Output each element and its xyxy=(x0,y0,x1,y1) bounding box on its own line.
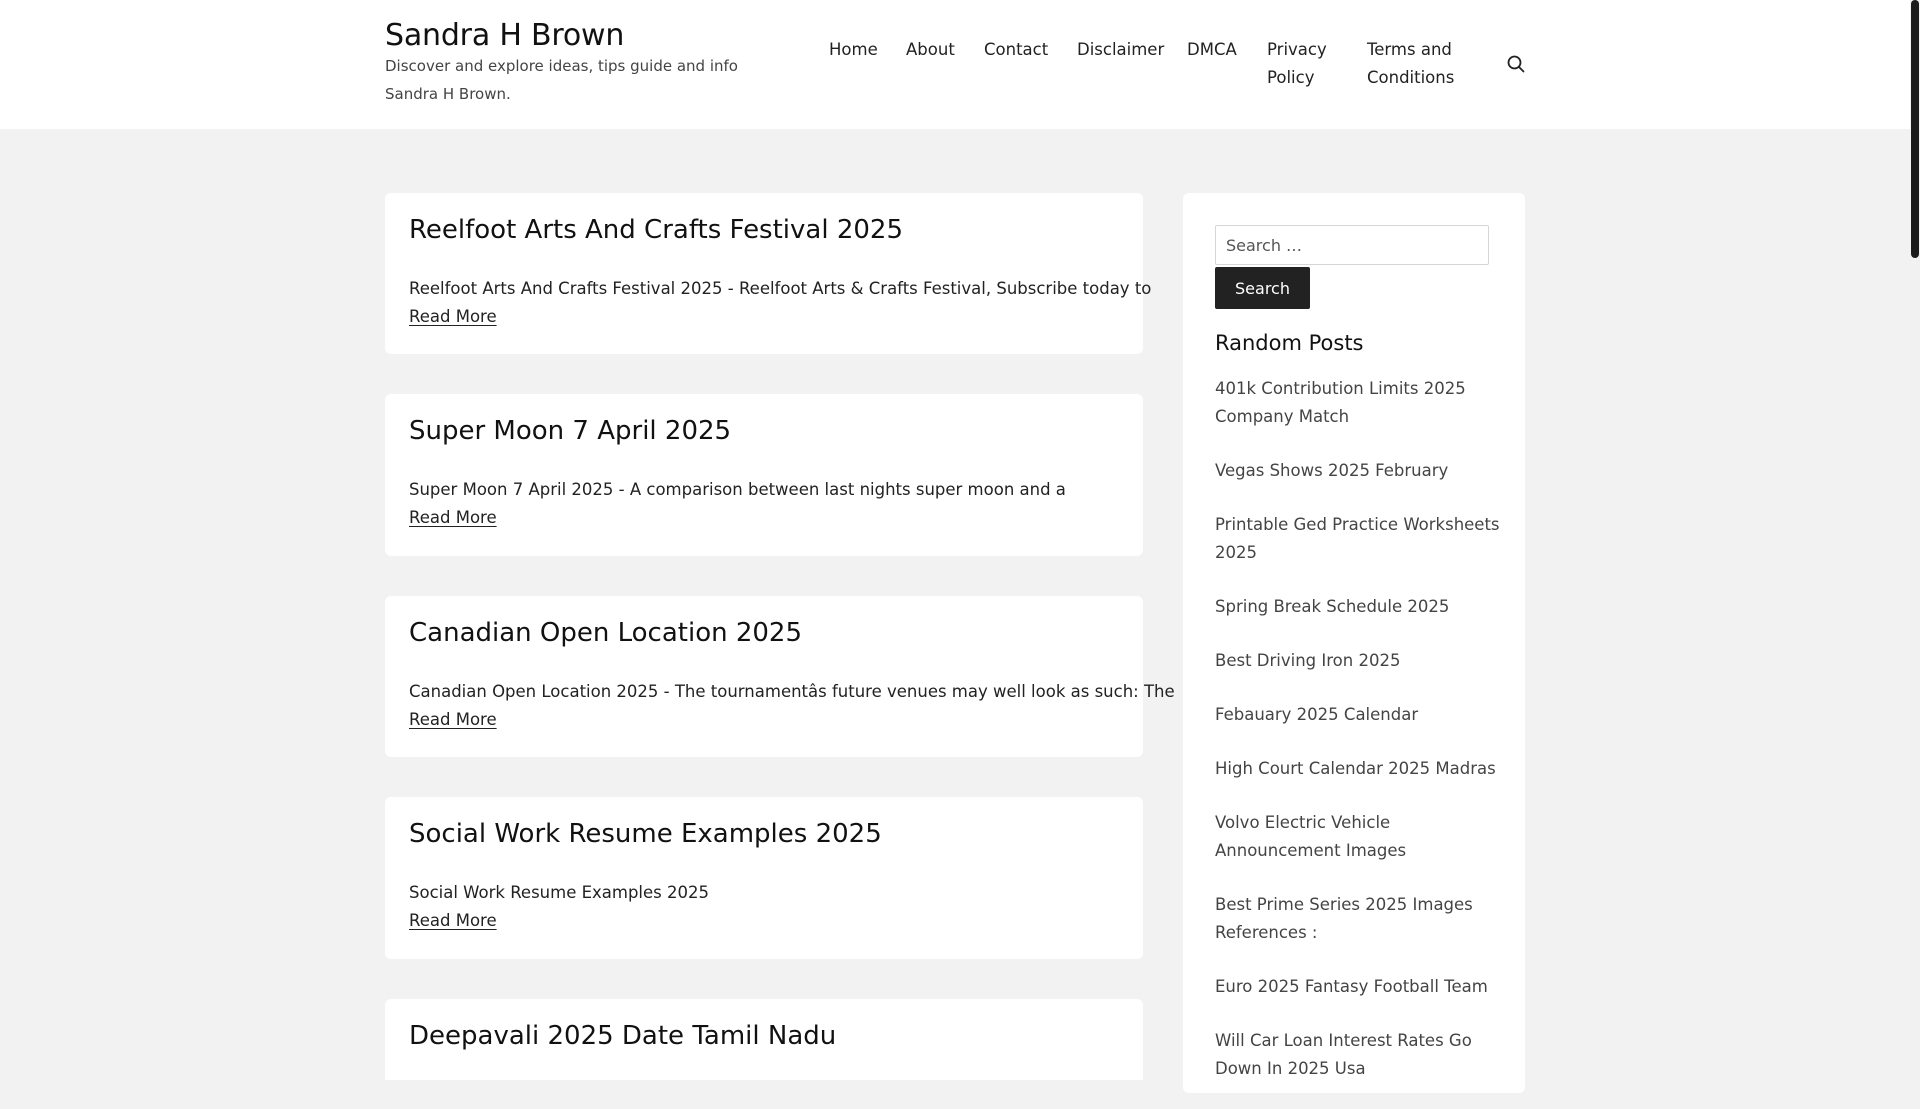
list-item: Printable Ged Practice Worksheets 2025 xyxy=(1215,511,1505,567)
list-item: Best Driving Iron 2025 xyxy=(1215,647,1505,675)
list-item: 401k Contribution Limits 2025 Company Ma… xyxy=(1215,375,1505,431)
post-card: Reelfoot Arts And Crafts Festival 2025 R… xyxy=(385,193,1152,354)
page-scrollbar-thumb[interactable] xyxy=(1911,0,1919,258)
random-posts-heading: Random Posts xyxy=(1215,331,1364,355)
sidebar: Search Random Posts 401k Contribution Li… xyxy=(1183,193,1525,1093)
post-title[interactable]: Deepavali 2025 Date Tamil Nadu xyxy=(409,1021,836,1051)
search-input[interactable] xyxy=(1215,225,1489,265)
random-posts-list: 401k Contribution Limits 2025 Company Ma… xyxy=(1215,375,1505,1109)
random-post-link[interactable]: Vegas Shows 2025 February xyxy=(1215,461,1448,480)
post-title[interactable]: Social Work Resume Examples 2025 xyxy=(409,819,882,849)
search-icon[interactable] xyxy=(1505,53,1527,75)
random-post-link[interactable]: 401k Contribution Limits 2025 Company Ma… xyxy=(1215,379,1466,426)
post-card: Canadian Open Location 2025 Canadian Ope… xyxy=(385,596,1175,757)
list-item: Spring Break Schedule 2025 xyxy=(1215,593,1505,621)
list-item: Best Prime Series 2025 Images References… xyxy=(1215,891,1505,947)
post-card: Deepavali 2025 Date Tamil Nadu xyxy=(385,999,1143,1080)
nav-dmca[interactable]: DMCA xyxy=(1187,36,1237,64)
site-title[interactable]: Sandra H Brown xyxy=(385,18,624,53)
read-more-link[interactable]: Read More xyxy=(409,504,497,532)
list-item: Euro 2025 Fantasy Football Team xyxy=(1215,973,1505,1001)
list-item: Vegas Shows 2025 February xyxy=(1215,457,1505,485)
nav-about[interactable]: About xyxy=(906,36,955,64)
read-more-link[interactable]: Read More xyxy=(409,706,497,734)
random-post-link[interactable]: High Court Calendar 2025 Madras xyxy=(1215,759,1496,778)
random-post-link[interactable]: Best Prime Series 2025 Images References… xyxy=(1215,895,1473,942)
post-title[interactable]: Super Moon 7 April 2025 xyxy=(409,416,731,446)
list-item: Will Car Loan Interest Rates Go Down In … xyxy=(1215,1027,1505,1083)
random-post-link[interactable]: Spring Break Schedule 2025 xyxy=(1215,597,1449,616)
read-more-link[interactable]: Read More xyxy=(409,907,497,935)
nav-contact[interactable]: Contact xyxy=(984,36,1048,64)
random-post-link[interactable]: Printable Ged Practice Worksheets 2025 xyxy=(1215,515,1500,562)
post-excerpt: Super Moon 7 April 2025 - A comparison b… xyxy=(409,480,1066,499)
site-header: Sandra H Brown Discover and explore idea… xyxy=(0,0,1910,129)
search-button[interactable]: Search xyxy=(1215,267,1310,309)
post-card: Social Work Resume Examples 2025 Social … xyxy=(385,797,1143,959)
random-post-link[interactable]: Euro 2025 Fantasy Football Team xyxy=(1215,977,1488,996)
nav-home[interactable]: Home xyxy=(829,36,878,64)
read-more-link[interactable]: Read More xyxy=(409,303,497,331)
random-post-link[interactable]: Volvo Electric Vehicle Announcement Imag… xyxy=(1215,813,1406,860)
post-title[interactable]: Canadian Open Location 2025 xyxy=(409,618,802,648)
list-item: High Court Calendar 2025 Madras xyxy=(1215,755,1505,783)
post-excerpt: Canadian Open Location 2025 - The tourna… xyxy=(409,682,1175,701)
post-card: Super Moon 7 April 2025 Super Moon 7 Apr… xyxy=(385,394,1143,556)
nav-disclaimer[interactable]: Disclaimer xyxy=(1077,36,1164,64)
nav-privacy-policy[interactable]: Privacy Policy xyxy=(1267,36,1337,92)
list-item: Febauary 2025 Calendar xyxy=(1215,701,1505,729)
nav-terms-and-conditions[interactable]: Terms and Conditions xyxy=(1367,36,1467,92)
site-description: Discover and explore ideas, tips guide a… xyxy=(385,57,738,103)
post-excerpt: Social Work Resume Examples 2025 xyxy=(409,883,710,902)
random-post-link[interactable]: Best Driving Iron 2025 xyxy=(1215,651,1400,670)
random-post-link[interactable]: Will Car Loan Interest Rates Go Down In … xyxy=(1215,1031,1472,1078)
random-post-link[interactable]: Febauary 2025 Calendar xyxy=(1215,705,1418,724)
post-title[interactable]: Reelfoot Arts And Crafts Festival 2025 xyxy=(409,215,903,245)
list-item: Volvo Electric Vehicle Announcement Imag… xyxy=(1215,809,1505,865)
post-excerpt: Reelfoot Arts And Crafts Festival 2025 -… xyxy=(409,279,1152,298)
